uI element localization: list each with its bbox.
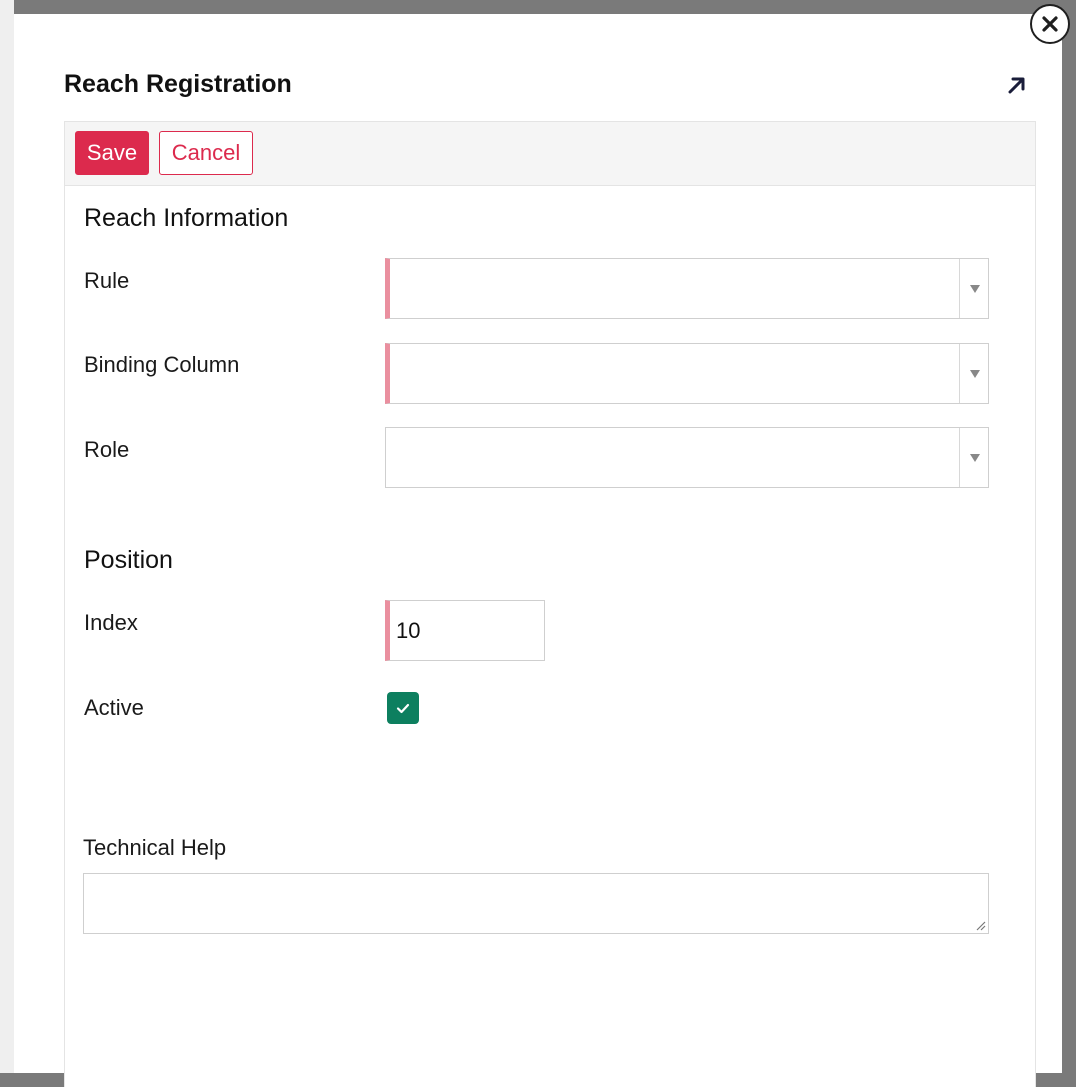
section-reach-information: Reach Information (84, 204, 289, 232)
cancel-button[interactable]: Cancel (159, 131, 253, 175)
close-button[interactable] (1030, 4, 1070, 44)
rule-select[interactable] (385, 258, 989, 319)
active-checkbox[interactable] (387, 692, 419, 724)
page-backdrop (0, 0, 14, 1073)
role-select[interactable] (385, 427, 989, 488)
chevron-down-icon (970, 454, 980, 462)
technical-help-textarea[interactable] (83, 873, 989, 934)
index-label: Index (84, 610, 138, 635)
reach-registration-dialog: Reach Registration Save Cancel Reach Inf… (14, 14, 1062, 1087)
close-icon (1042, 16, 1058, 32)
index-input[interactable] (385, 600, 545, 661)
save-button[interactable]: Save (75, 131, 149, 175)
section-position: Position (84, 546, 173, 574)
dialog-title: Reach Registration (64, 70, 292, 98)
binding-column-select[interactable] (385, 343, 989, 404)
expand-arrow-icon[interactable] (1004, 74, 1028, 98)
binding-column-label: Binding Column (84, 352, 240, 377)
form-toolbar: Save Cancel (65, 122, 1035, 186)
rule-label: Rule (84, 268, 130, 293)
checkmark-icon (396, 703, 410, 714)
technical-help-label: Technical Help (83, 835, 227, 860)
resize-grip-icon[interactable] (974, 919, 986, 931)
chevron-down-icon (970, 285, 980, 293)
active-label: Active (84, 695, 144, 720)
chevron-down-icon (970, 370, 980, 378)
role-label: Role (84, 437, 130, 462)
